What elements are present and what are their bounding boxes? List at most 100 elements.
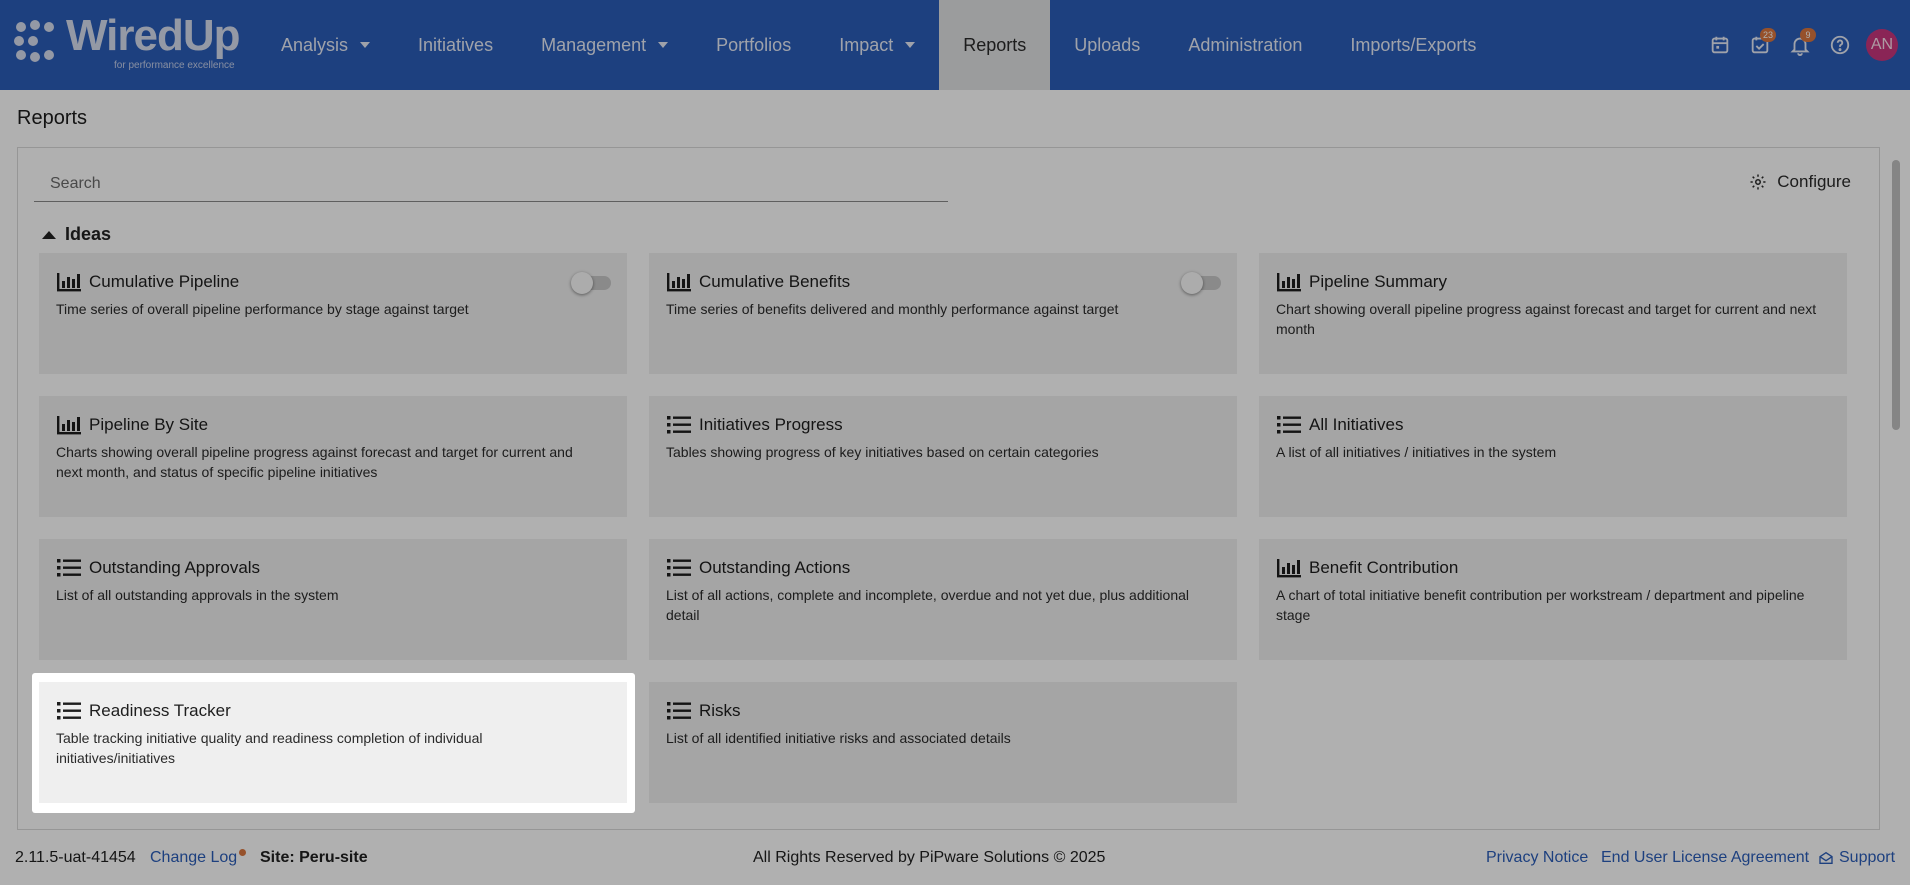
copyright-text: All Rights Reserved by PiPware Solutions… [753,848,1106,866]
task-check-icon[interactable]: 23 [1740,25,1780,65]
page-title: Reports [17,107,88,129]
bar-chart-icon [1276,271,1302,293]
list-icon [666,557,692,579]
nav-imports-exports[interactable]: Imports/Exports [1326,0,1500,90]
card-description: List of all identified initiative risks … [666,730,1011,746]
tasks-count-badge: 23 [1760,28,1777,42]
help-icon[interactable] [1820,25,1860,65]
bar-chart-icon [1276,557,1302,579]
report-card-cumulative-pipeline[interactable]: Cumulative Pipeline Time series of overal… [39,253,627,374]
nav-label: Initiatives [418,34,494,55]
card-title: Cumulative Benefits [699,272,851,291]
card-description: Time series of benefits delivered and mo… [666,301,1119,317]
eula-link[interactable]: End User License Agreement [1601,849,1809,867]
card-header: Cumulative Benefits [666,271,1237,293]
calendar-icon[interactable] [1700,25,1740,65]
nav-label: Impact [839,34,894,55]
card-title: Pipeline By Site [89,415,209,434]
report-card-pipeline-summary[interactable]: Pipeline Summary Chart showing overall pi… [1259,253,1847,374]
card-description: Charts showing overall pipeline progress… [56,444,573,480]
card-title: Pipeline Summary [1309,272,1447,291]
card-description: A chart of total initiative benefit cont… [1276,587,1805,623]
card-title: Initiatives Progress [699,415,843,434]
card-header: Outstanding Approvals [56,557,627,579]
new-indicator-dot [239,848,247,856]
card-description: Chart showing overall pipeline progress … [1276,301,1817,337]
list-icon [666,700,692,722]
card-header: Risks [666,700,1237,722]
notifications-count-badge: 9 [1800,28,1816,42]
footer: 2.11.5-uat-41454 Change Log Site: Peru-s… [0,830,1910,885]
header-actions: 23 9 AN [1700,0,1910,90]
nav-management[interactable]: Management [517,0,692,90]
logo-wordmark: WiredUp [66,11,240,60]
card-description: Time series of overall pipeline performa… [56,301,469,317]
search-field[interactable] [34,166,948,202]
card-header: Outstanding Actions [666,557,1237,579]
nav-label: Uploads [1074,34,1141,55]
card-description: Table tracking initiative quality and re… [56,730,483,766]
card-title: Readiness Tracker [89,701,231,720]
support-link[interactable]: Support [1818,849,1895,867]
card-description: List of all actions, complete and incomp… [666,587,1189,623]
nav-analysis[interactable]: Analysis [257,0,394,90]
card-description: List of all outstanding approvals in the… [56,587,339,603]
report-card-benefit-contribution[interactable]: Benefit Contribution A chart of total ini… [1259,539,1847,660]
search-input[interactable] [34,166,948,201]
nav-label: Portfolios [716,34,792,55]
report-card-cumulative-benefits[interactable]: Cumulative Benefits Time series of benefi… [649,253,1237,374]
nav-initiatives[interactable]: Initiatives [394,0,517,90]
support-label: Support [1839,848,1896,866]
card-title: Cumulative Pipeline [89,272,240,291]
list-icon [666,414,692,436]
card-title: Risks [699,701,741,720]
nav-portfolios[interactable]: Portfolios [692,0,815,90]
top-header: WiredUp for performance excellence Analy… [0,0,1910,90]
report-card-risks[interactable]: Risks List of all identified initiative r… [649,682,1237,803]
card-header: Readiness Tracker [56,700,627,722]
section-ideas-toggle[interactable]: Ideas [42,224,111,245]
logo-dots-icon [14,20,60,66]
nav-label: Imports/Exports [1350,34,1477,55]
changelog-label: Change Log [150,848,238,866]
privacy-notice-link[interactable]: Privacy Notice [1486,849,1588,867]
support-envelope-icon [1819,851,1833,864]
report-card-readiness-tracker[interactable]: Readiness Tracker Table tracking initiati… [39,682,627,803]
main-nav: Analysis Initiatives Management Portfoli… [257,0,1500,90]
nav-uploads[interactable]: Uploads [1050,0,1164,90]
card-description: A list of all initiatives / initiatives … [1276,444,1557,460]
list-icon [56,557,82,579]
nav-label: Reports [963,34,1027,55]
card-title: Benefit Contribution [1309,558,1459,577]
collapse-triangle-icon [42,230,56,239]
configure-button[interactable]: Configure [1749,172,1851,192]
chevron-down-icon [658,42,669,48]
site-label: Site: Peru-site [260,848,368,866]
section-ideas-label: Ideas [65,224,112,244]
favorite-toggle[interactable] [571,272,611,294]
scrollbar-thumb[interactable] [1892,160,1900,430]
list-icon [56,700,82,722]
toggle-knob [571,272,593,294]
card-title: Outstanding Approvals [89,558,261,577]
wiredup-logo[interactable]: WiredUp for performance excellence [14,11,244,74]
report-card-pipeline-by-site[interactable]: Pipeline By Site Charts showing overall p… [39,396,627,517]
card-title: All Initiatives [1309,415,1404,434]
report-card-outstanding-approvals[interactable]: Outstanding Approvals List of all outstan… [39,539,627,660]
user-avatar[interactable]: AN [1866,29,1898,61]
gear-icon [1750,174,1766,190]
favorite-toggle[interactable] [1181,272,1221,294]
report-card-outstanding-actions[interactable]: Outstanding Actions List of all actions, … [649,539,1237,660]
nav-label: Administration [1188,34,1303,55]
chevron-down-icon [905,42,916,48]
bell-icon[interactable]: 9 [1780,25,1820,65]
nav-impact[interactable]: Impact [815,0,939,90]
changelog-link[interactable]: Change Log [150,848,247,867]
configure-label: Configure [1777,172,1851,191]
report-card-all-initiatives[interactable]: All Initiatives A list of all initiatives… [1259,396,1847,517]
nav-administration[interactable]: Administration [1164,0,1326,90]
nav-reports[interactable]: Reports [939,0,1051,90]
chevron-down-icon [360,42,371,48]
card-header: Initiatives Progress [666,414,1237,436]
report-card-initiatives-progress[interactable]: Initiatives Progress Tables showing progr… [649,396,1237,517]
